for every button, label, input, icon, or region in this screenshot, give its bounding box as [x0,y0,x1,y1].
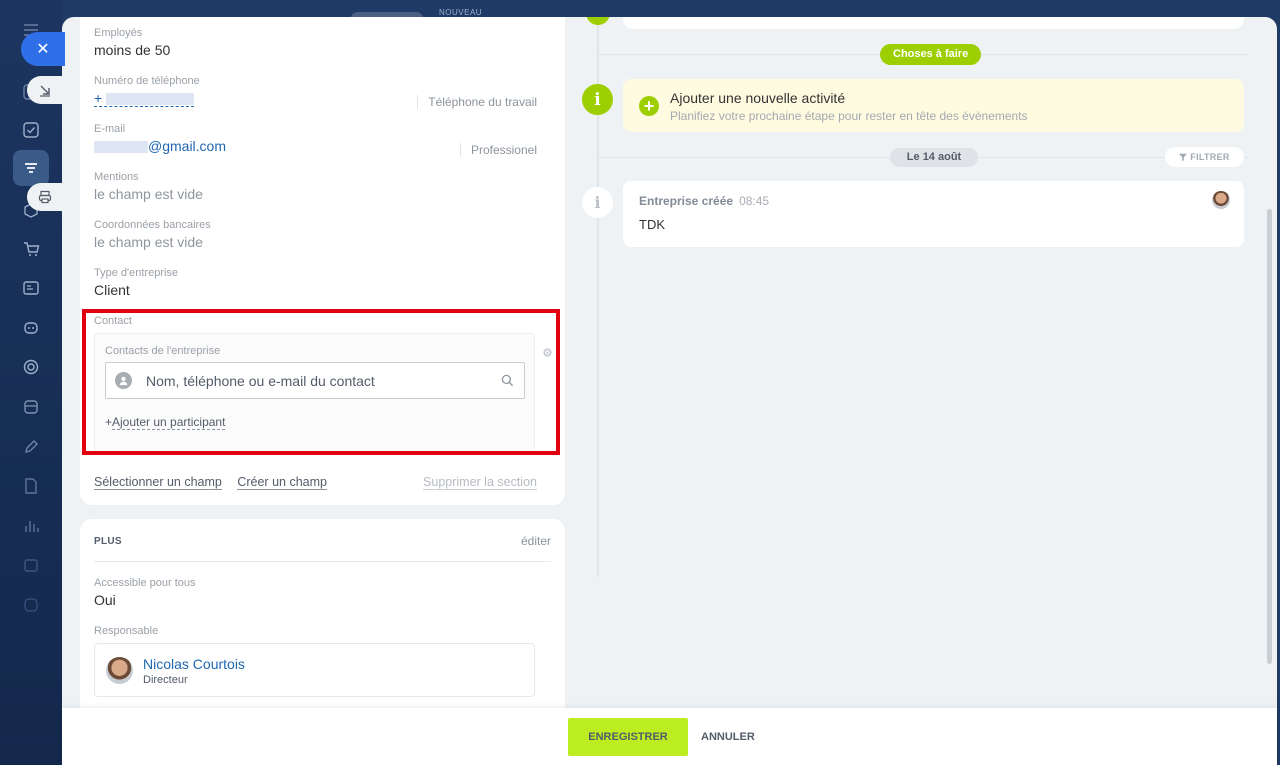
email-link[interactable]: @gmail.com [148,138,226,154]
filter-icon [1179,153,1188,161]
details-column: Employés moins de 50 Numéro de téléphone… [80,17,565,765]
save-button[interactable]: ENREGISTRER [568,718,688,756]
field-label: Accessible pour tous [94,577,196,589]
divider [94,561,551,562]
new-badge: NOUVEAU [439,8,483,17]
contact-search[interactable] [105,362,525,399]
access-field[interactable]: Accessible pour tous Oui [94,577,537,608]
avatar [1212,191,1230,209]
info-icon: i [582,187,613,218]
bank-details-field[interactable]: Coordonnées bancaires le champ est vide [94,219,537,250]
field-value: le champ est vide [94,186,203,202]
field-label: Numéro de téléphone [94,75,200,87]
phone-type: Téléphone du travail [417,95,537,109]
contact-search-input[interactable] [146,372,486,389]
responsible-name[interactable]: Nicolas Courtois [143,656,245,672]
contacts-label: Contacts de l'entreprise [105,345,221,357]
field-label: Employés [94,27,143,39]
left-navigation [0,0,62,765]
filter-button[interactable]: FILTRER [1165,147,1244,167]
info-icon: i [582,84,613,115]
field-label: E-mail [94,123,126,135]
event-title: Entreprise créée 08:45 [639,194,769,208]
person-icon [115,372,132,389]
disk-icon[interactable] [21,595,41,615]
email-field[interactable]: E-mail @gmail.com Professionel [94,123,537,157]
document-icon[interactable] [21,476,41,496]
contact-card-icon[interactable] [21,278,41,298]
company-contacts-box: Contacts de l'entreprise +Ajouter un par… [94,333,535,453]
event-card: Entreprise créée 08:45 TDK [623,181,1244,247]
add-activity-title[interactable]: Ajouter une nouvelle activité [670,90,845,106]
add-participant-link[interactable]: +Ajouter un participant [105,415,226,430]
plus-prefix: + [105,415,113,429]
task-check-icon[interactable] [21,120,41,140]
robot-icon[interactable] [21,317,41,337]
company-slider: Employés moins de 50 Numéro de téléphone… [62,17,1277,765]
field-value: le champ est vide [94,234,203,250]
filter-label: FILTRER [1190,152,1230,162]
todo-pill: Choses à faire [880,44,982,65]
scrollbar[interactable] [1267,209,1272,664]
employees-field[interactable]: Employés moins de 50 [94,27,537,58]
responsible-box[interactable]: Nicolas Courtois Directeur [94,643,535,697]
add-activity-card[interactable]: + Ajouter une nouvelle activité Planifie… [623,79,1244,132]
event-time: 08:45 [739,194,770,208]
main-info-card: Employés moins de 50 Numéro de téléphone… [80,17,565,505]
phone-prefix: + [94,90,103,106]
field-value: moins de 50 [94,42,171,58]
archive-icon[interactable] [21,397,41,417]
cancel-button[interactable]: ANNULER [701,718,755,756]
cart-icon[interactable] [21,239,41,259]
mentions-field[interactable]: Mentions le champ est vide [94,171,537,202]
top-bar: NOUVEAU [62,0,1280,20]
gear-icon[interactable] [542,347,553,358]
responsible-label-field: Responsable [94,625,537,637]
redacted-number [106,93,195,106]
field-label: Responsable [94,625,159,637]
funnel-icon[interactable] [13,150,49,186]
add-participant-label: Ajouter un participant [112,415,226,430]
select-field-link[interactable]: Sélectionner un champ [94,475,222,490]
phone-link[interactable]: + [94,90,195,107]
plus-icon[interactable]: + [639,96,659,116]
close-icon[interactable]: ✕ [21,32,65,66]
event-title-text: Entreprise créée [639,194,734,208]
contact-section-label: Contact [94,315,537,327]
previous-card [623,17,1244,29]
field-label: Coordonnées bancaires [94,219,211,231]
event-body: TDK [639,217,665,232]
field-label: Type d'entreprise [94,267,179,279]
field-label: Contact [94,315,132,327]
company-type-field[interactable]: Type d'entreprise Client [94,267,537,298]
pen-icon[interactable] [21,437,41,457]
field-label: Mentions [94,171,139,183]
avatar [106,657,133,684]
redacted-email [94,141,148,154]
bar-chart-icon[interactable] [21,516,41,536]
search-icon[interactable] [501,374,514,387]
calendar-icon[interactable] [21,555,41,575]
create-field-link[interactable]: Créer un champ [237,475,327,490]
footer-bar: ENREGISTRER ANNULER [62,708,1277,765]
date-pill: Le 14 août [890,148,978,167]
section-actions: Sélectionner un champ Créer un champ Sup… [94,475,537,490]
phone-field[interactable]: Numéro de téléphone + Téléphone du trava… [94,75,537,109]
target-icon[interactable] [21,357,41,377]
delete-section-link[interactable]: Supprimer la section [423,475,537,490]
responsible-role: Directeur [143,674,188,686]
side-tab-print[interactable] [27,183,62,211]
field-value: Oui [94,592,116,608]
import-icon [39,85,50,97]
field-value: Client [94,282,130,298]
section-title: PLUS [94,536,122,547]
print-icon [38,190,51,204]
side-tab-import[interactable] [27,76,62,104]
email-type: Professionel [459,143,537,157]
edit-link[interactable]: éditer [521,534,551,548]
timeline-column: Choses à faire i + Ajouter une nouvelle … [565,17,1277,765]
timeline-dot [586,17,610,25]
add-activity-subtitle: Planifiez votre prochaine étape pour res… [670,109,1028,123]
